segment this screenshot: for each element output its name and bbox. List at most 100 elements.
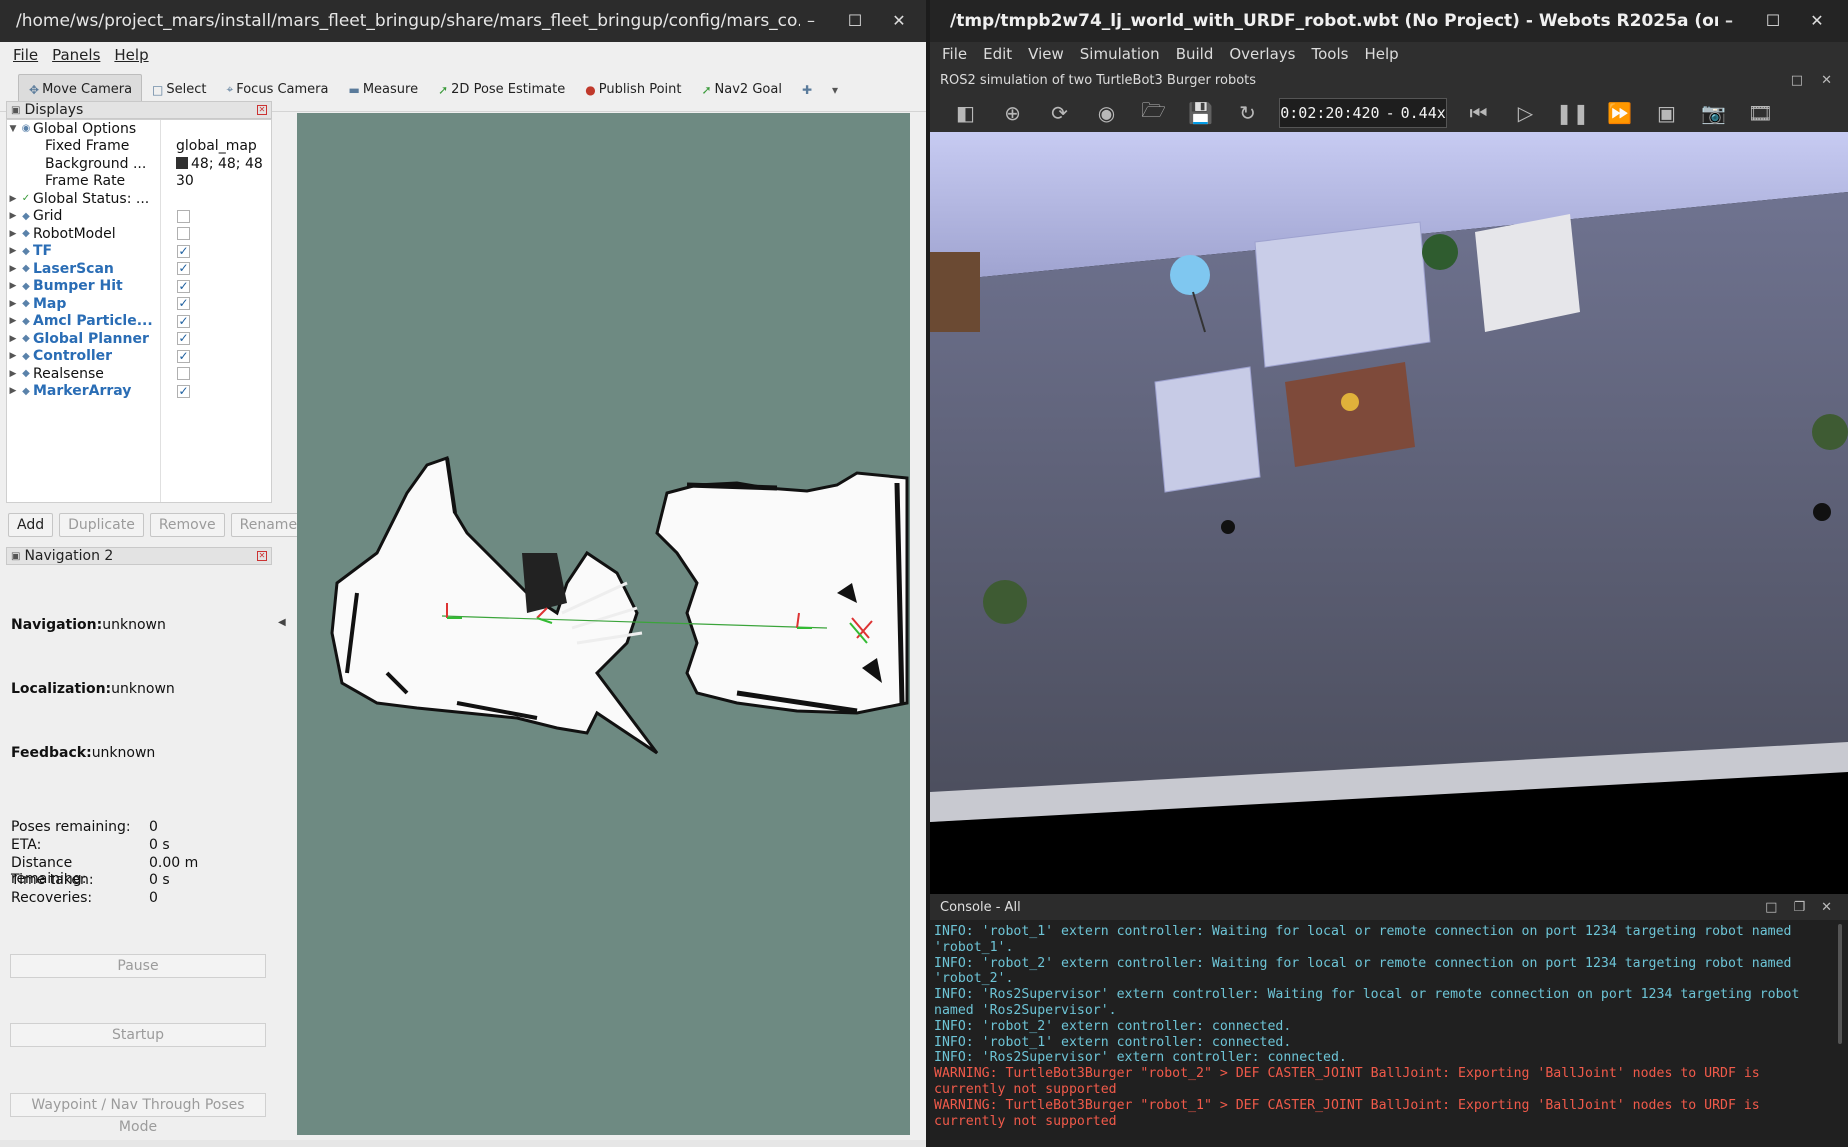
expand-down-icon[interactable]: ▼ [7, 124, 19, 134]
display-checkbox[interactable]: ✓ [177, 279, 190, 293]
movie-icon[interactable]: 🎞 [1737, 101, 1784, 125]
display-checkbox[interactable]: ✓ [177, 314, 190, 328]
property-value[interactable]: 30 [176, 173, 194, 189]
tree-row-display[interactable]: ▶ ◆ Amcl Particle... ✓ [7, 313, 271, 331]
toolbar-overflow[interactable]: ▾ [822, 76, 848, 104]
rename-button[interactable]: Rename [230, 513, 307, 537]
expand-right-icon[interactable]: ▶ [7, 281, 19, 291]
reload-icon[interactable]: ↻ [1224, 101, 1271, 125]
tree-row-fixed-frame[interactable]: Fixed Frame global_map [7, 138, 271, 156]
expand-right-icon[interactable]: ▶ [7, 386, 19, 396]
tool-select[interactable]: □ Select [142, 75, 216, 104]
expand-right-icon[interactable]: ▶ [7, 194, 19, 204]
undock-icon[interactable]: ❐ [1793, 900, 1805, 915]
minimize-icon[interactable]: – [800, 10, 822, 32]
pause-icon[interactable]: ❚❚ [1549, 101, 1596, 125]
close-icon[interactable]: ✕ [1806, 10, 1828, 32]
display-checkbox[interactable]: ✓ [177, 244, 190, 258]
pause-button[interactable]: Pause [10, 954, 266, 978]
save-icon[interactable]: 💾 [1177, 101, 1224, 125]
add-button[interactable]: Add [8, 513, 54, 537]
display-checkbox[interactable]: ✓ [177, 262, 190, 276]
panel-collapse-icon[interactable]: ▣ [11, 105, 20, 116]
display-checkbox[interactable]: ✓ [177, 349, 190, 363]
menu-tools[interactable]: Tools [1303, 45, 1356, 63]
tree-row-display[interactable]: ▶ ◆ RobotModel [7, 225, 271, 243]
menu-help[interactable]: Help [107, 46, 155, 64]
tree-row-global-options[interactable]: ▼ ◉ Global Options [7, 120, 271, 138]
fast-forward-icon[interactable]: ⏩ [1596, 101, 1643, 125]
menu-view[interactable]: View [1020, 45, 1072, 63]
expand-right-icon[interactable]: ▶ [7, 264, 19, 274]
rviz-3d-viewport[interactable] [297, 113, 910, 1135]
duplicate-button[interactable]: Duplicate [59, 513, 144, 537]
collapse-left-icon[interactable]: ◀ [278, 617, 286, 628]
maximize-icon[interactable]: ☐ [844, 10, 866, 32]
tree-row-display[interactable]: ▶ ◆ LaserScan ✓ [7, 260, 271, 278]
tool-2d-pose-estimate[interactable]: ➚ 2D Pose Estimate [428, 75, 575, 104]
menu-panels[interactable]: Panels [45, 46, 107, 64]
add-node-icon[interactable]: ⊕ [989, 101, 1036, 125]
open-folder-icon[interactable]: 🗁 [1130, 96, 1177, 130]
display-checkbox[interactable]: ✓ [177, 297, 190, 311]
expand-right-icon[interactable]: ▶ [7, 316, 19, 326]
step-icon[interactable]: ▷ [1502, 101, 1549, 125]
tree-row-global-status[interactable]: ▶ ✓ Global Status: ... [7, 190, 271, 208]
console-output[interactable]: INFO: 'robot_1' extern controller: Waiti… [930, 920, 1848, 1133]
property-value[interactable]: global_map [176, 138, 257, 154]
close-panel-icon[interactable]: ✕ [257, 551, 267, 561]
menu-overlays[interactable]: Overlays [1221, 45, 1303, 63]
display-checkbox[interactable] [177, 227, 190, 241]
tool-focus-camera[interactable]: ⌖ Focus Camera [216, 75, 338, 104]
maximize-icon[interactable]: ☐ [1762, 10, 1784, 32]
console-scrollbar[interactable] [1838, 924, 1842, 1044]
tool-add[interactable]: ✚ [792, 76, 822, 104]
close-icon[interactable]: ✕ [888, 10, 910, 32]
menu-edit[interactable]: Edit [975, 45, 1020, 63]
waypoint-mode-button[interactable]: Waypoint / Nav Through Poses Mode [10, 1093, 266, 1135]
expand-right-icon[interactable]: ▶ [7, 246, 19, 256]
tree-row-display[interactable]: ▶ ◆ MarkerArray ✓ [7, 383, 271, 401]
display-checkbox[interactable]: ✓ [177, 332, 190, 346]
remove-button[interactable]: Remove [149, 513, 225, 537]
menu-file[interactable]: File [6, 46, 45, 64]
viewpoint-icon[interactable]: ⟳ [1036, 101, 1083, 125]
expand-right-icon[interactable]: ▶ [7, 351, 19, 361]
tree-row-frame-rate[interactable]: Frame Rate 30 [7, 173, 271, 191]
tool-nav2-goal[interactable]: ➚ Nav2 Goal [691, 75, 791, 104]
startup-button[interactable]: Startup [10, 1023, 266, 1047]
tree-row-display[interactable]: ▶ ◆ Realsense [7, 365, 271, 383]
display-checkbox[interactable]: ✓ [177, 384, 190, 398]
tree-row-display[interactable]: ▶ ◆ Controller ✓ [7, 348, 271, 366]
webots-3d-scene[interactable] [930, 132, 1848, 894]
maximize-pane-icon[interactable]: □ [1765, 900, 1777, 915]
property-value[interactable]: 48; 48; 48 [176, 156, 263, 172]
close-panel-icon[interactable]: ✕ [257, 105, 267, 115]
display-checkbox[interactable] [177, 209, 190, 223]
close-pane-icon[interactable]: ✕ [1821, 900, 1832, 915]
expand-right-icon[interactable]: ▶ [7, 369, 19, 379]
screenshot-icon[interactable]: 📷 [1690, 101, 1737, 125]
expand-right-icon[interactable]: ▶ [7, 229, 19, 239]
panel-collapse-icon[interactable]: ▣ [11, 551, 20, 562]
menu-build[interactable]: Build [1168, 45, 1222, 63]
display-checkbox[interactable] [177, 367, 190, 381]
close-pane-icon[interactable]: ✕ [1821, 73, 1832, 88]
expand-right-icon[interactable]: ▶ [7, 211, 19, 221]
tree-row-display[interactable]: ▶ ◆ Global Planner ✓ [7, 330, 271, 348]
expand-right-icon[interactable]: ▶ [7, 299, 19, 309]
reset-icon[interactable]: ⏮ [1455, 101, 1502, 125]
tree-row-display[interactable]: ▶ ◆ Map ✓ [7, 295, 271, 313]
toggle-scene-tree-icon[interactable]: ◧ [942, 101, 989, 125]
tree-row-display[interactable]: ▶ ◆ Grid [7, 208, 271, 226]
maximize-pane-icon[interactable]: □ [1791, 73, 1803, 88]
menu-simulation[interactable]: Simulation [1072, 45, 1168, 63]
menu-file[interactable]: File [934, 45, 975, 63]
tree-row-display[interactable]: ▶ ◆ TF ✓ [7, 243, 271, 261]
tool-publish-point[interactable]: ● Publish Point [575, 75, 691, 104]
tree-row-background[interactable]: Background ... 48; 48; 48 [7, 155, 271, 173]
tree-row-display[interactable]: ▶ ◆ Bumper Hit ✓ [7, 278, 271, 296]
expand-right-icon[interactable]: ▶ [7, 334, 19, 344]
minimize-icon[interactable]: – [1718, 10, 1740, 32]
render-toggle-icon[interactable]: ▣ [1643, 101, 1690, 125]
